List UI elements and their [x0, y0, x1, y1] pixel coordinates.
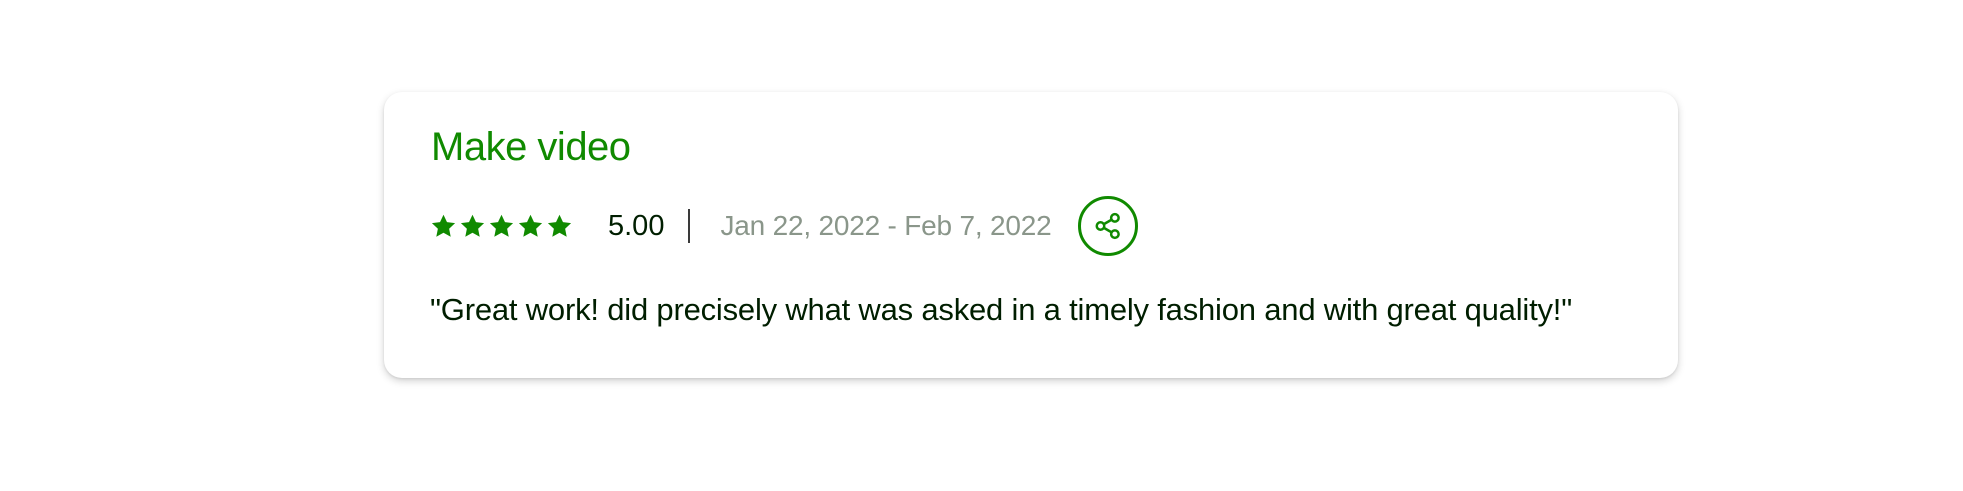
rating-value: 5.00 [608, 209, 665, 242]
star-icon [489, 214, 514, 237]
star-icon [460, 214, 485, 237]
review-meta-row: 5.00 Jan 22, 2022 - Feb 7, 2022 [430, 192, 1138, 260]
review-card: Make video 5.00 Jan 22, 2022 - Feb 7, 20… [384, 92, 1678, 378]
job-title[interactable]: Make video [431, 125, 631, 170]
share-icon [1095, 212, 1120, 240]
star-icon [431, 214, 456, 237]
share-button[interactable] [1077, 196, 1138, 256]
review-feedback: "Great work! did precisely what was aske… [430, 292, 1573, 327]
star-icon [518, 214, 543, 237]
star-rating [430, 213, 573, 240]
date-range: Jan 22, 2022 - Feb 7, 2022 [720, 210, 1052, 241]
divider [688, 209, 691, 243]
star-icon [547, 214, 572, 237]
